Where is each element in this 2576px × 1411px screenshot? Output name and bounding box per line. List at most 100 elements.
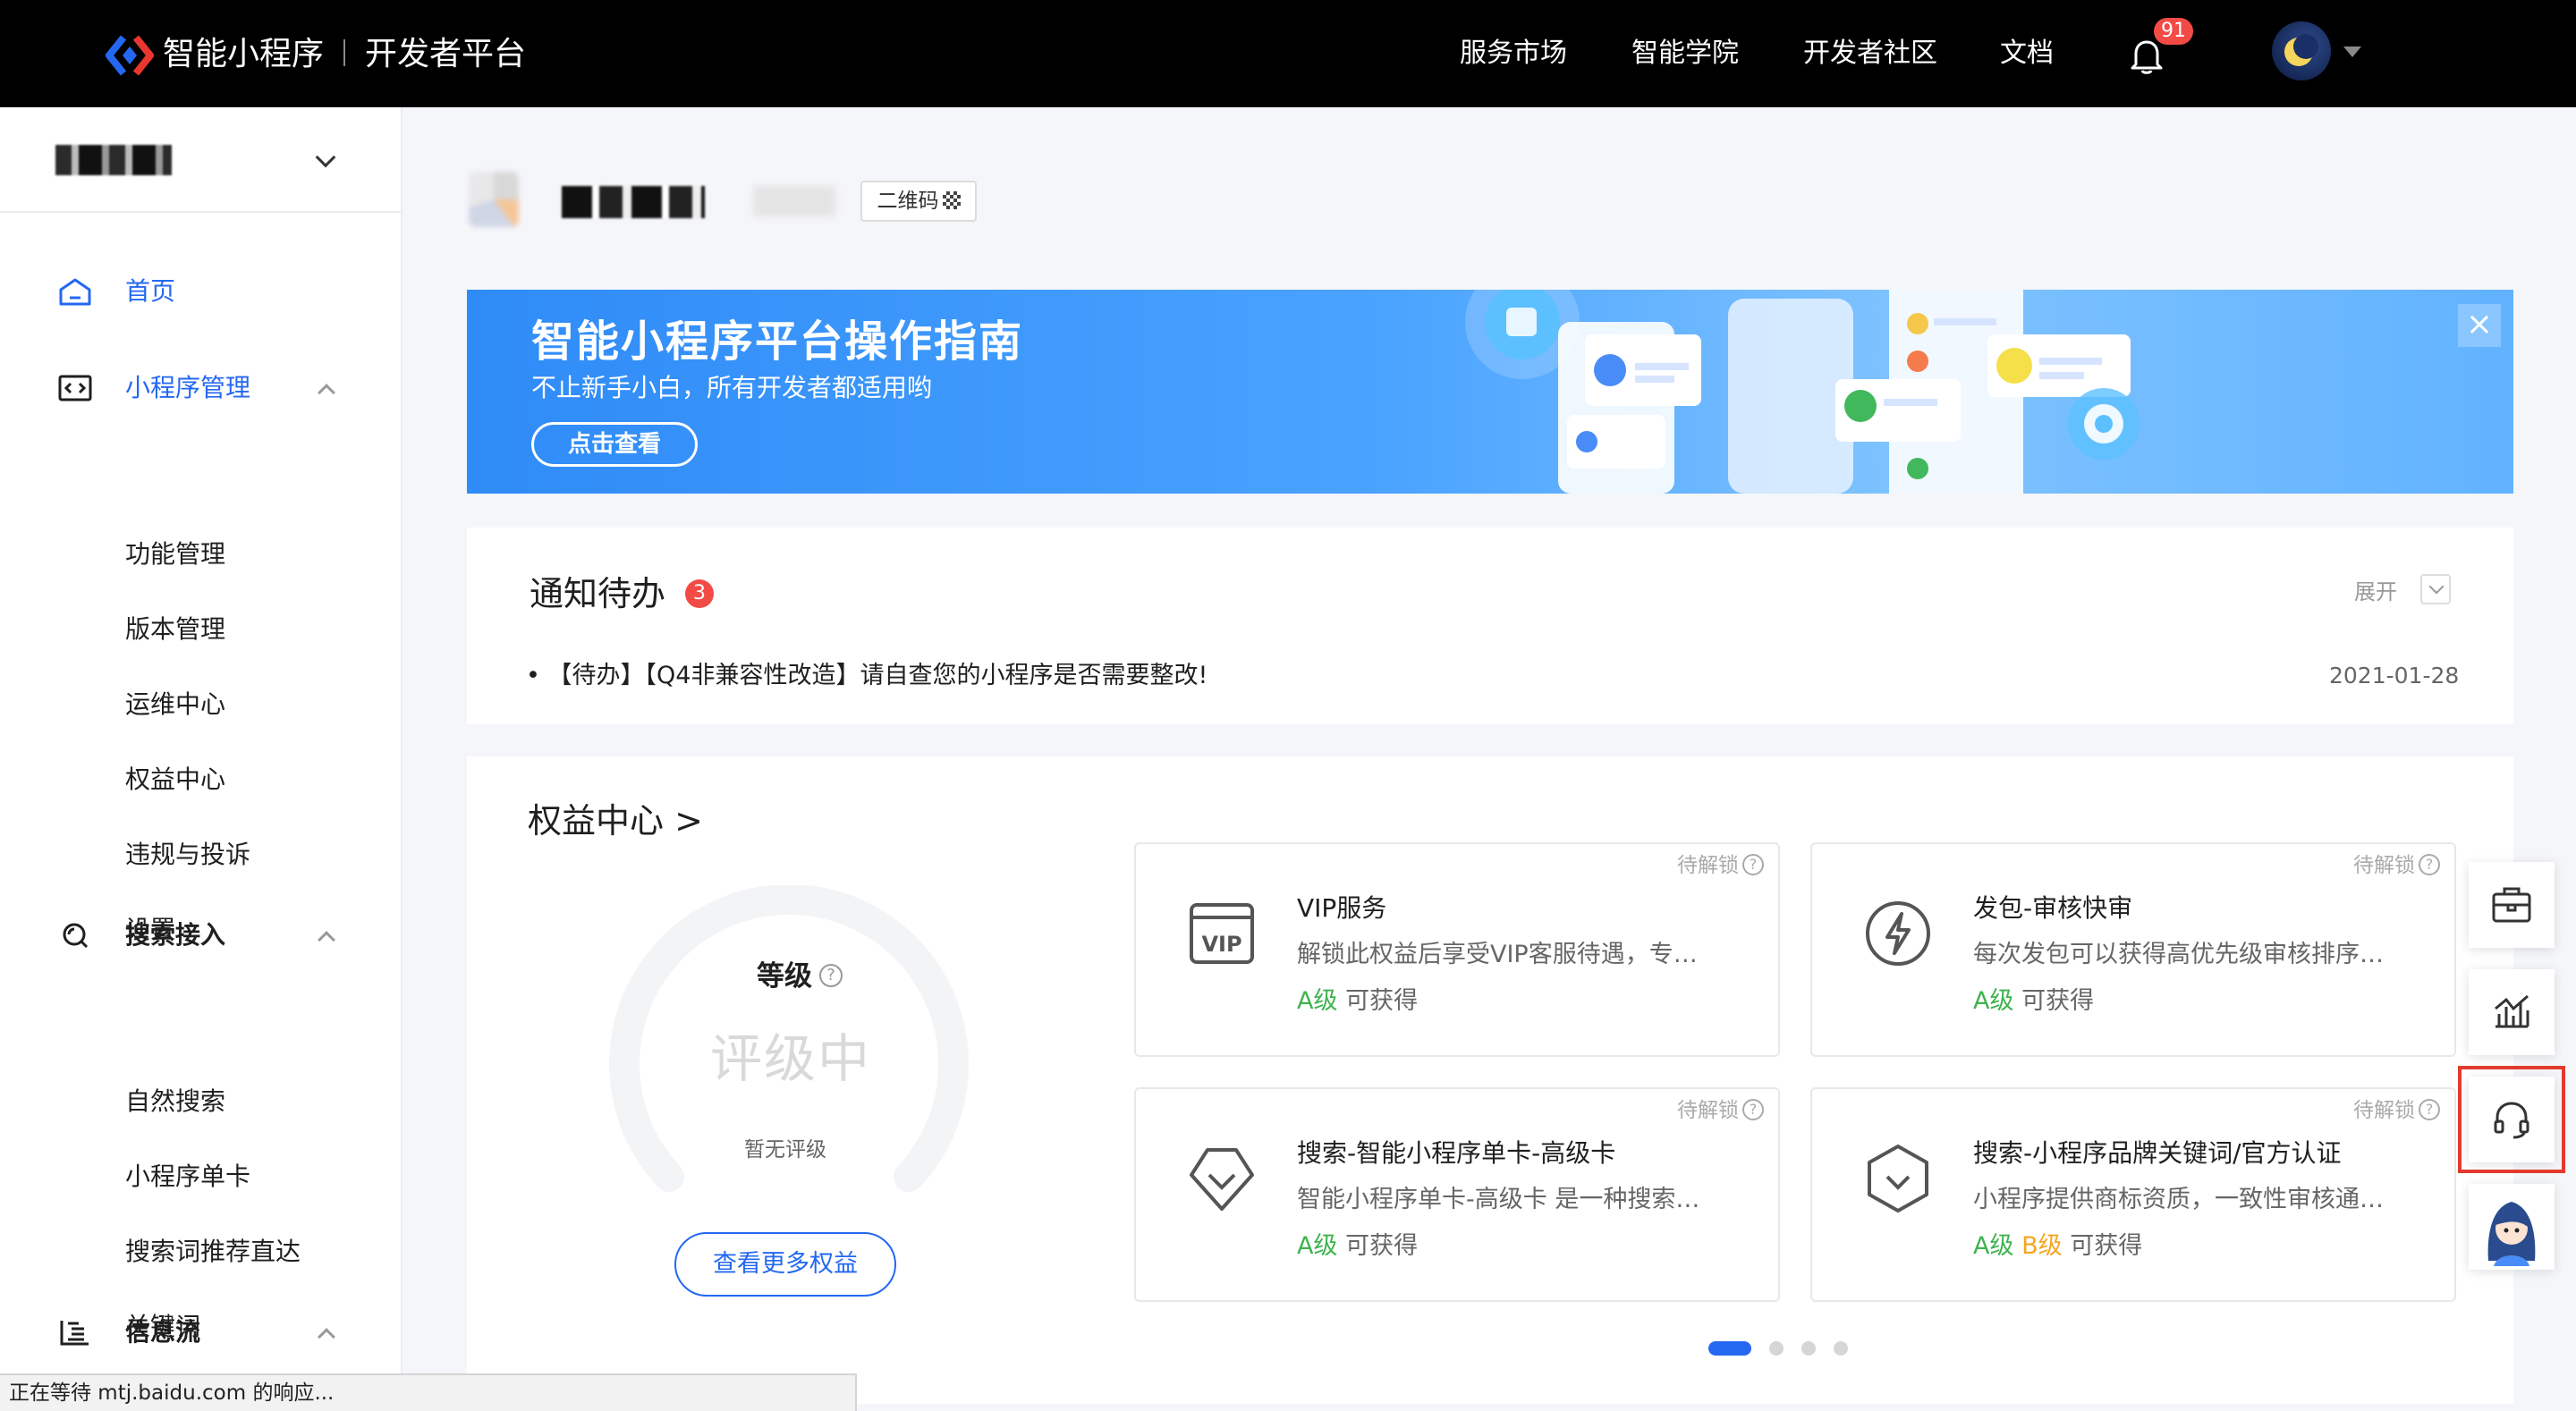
banner-illustration — [1465, 290, 2140, 494]
rights-card-vip[interactable]: 待解锁? VIP VIP服务 解锁此权益后享受VIP客服待遇，专… A级 可获得 — [1134, 842, 1780, 1057]
rating-status: 评级中 — [710, 1028, 872, 1089]
chevron-down-icon[interactable] — [315, 147, 336, 168]
sidebar: 首页 小程序管理 功能管理 版本管理 运维中心 权益中心 违规与投诉 设置 搜索… — [0, 107, 402, 1411]
user-avatar[interactable] — [2272, 21, 2331, 80]
chevron-up-icon[interactable] — [318, 931, 335, 949]
chevron-down-icon[interactable] — [2420, 574, 2451, 604]
sidebar-item-violations[interactable]: 违规与投诉 — [125, 835, 250, 874]
help-icon[interactable]: ? — [1742, 853, 1764, 875]
rights-card-title: VIP服务 — [1297, 893, 1387, 923]
qr-code-label: 二维码 — [877, 190, 939, 213]
sidebar-group-search-access[interactable]: 搜索接入 — [0, 908, 401, 962]
help-icon[interactable]: ? — [819, 963, 843, 987]
program-id-redacted — [753, 186, 835, 216]
sidebar-item-program-card[interactable]: 小程序单卡 — [125, 1157, 250, 1196]
brand-divider — [343, 39, 346, 66]
sidebar-item-keyword-direct[interactable]: 搜索词推荐直达 — [125, 1232, 301, 1272]
chevron-up-icon[interactable] — [318, 1328, 335, 1346]
sidebar-item-rights-center[interactable]: 权益中心 — [125, 760, 225, 799]
close-icon[interactable]: × — [2458, 304, 2501, 347]
rights-card-desc: 每次发包可以获得高优先级审核排序… — [1973, 941, 2384, 968]
pager-dot[interactable] — [1801, 1341, 1816, 1356]
assistant-avatar-button[interactable] — [2469, 1184, 2555, 1270]
help-icon[interactable]: ? — [2419, 853, 2440, 875]
rights-card-title: 发包-审核快审 — [1973, 893, 2133, 923]
banner-subtitle: 不止新手小白，所有开发者都适用哟 — [531, 373, 933, 402]
account-switcher[interactable] — [0, 107, 401, 213]
qr-code-icon — [942, 190, 961, 209]
headset-icon — [2494, 1102, 2529, 1139]
rights-card-title: 搜索-智能小程序单卡-高级卡 — [1297, 1138, 1616, 1168]
code-icon — [58, 375, 92, 401]
sidebar-item-feature-management[interactable]: 功能管理 — [125, 535, 225, 574]
rights-card-levels: A级 B级 可获得 — [1973, 1229, 2142, 1264]
browser-status-bar: 正在等待 mtj.baidu.com 的响应... — [0, 1373, 857, 1411]
customer-service-button[interactable] — [2458, 1066, 2565, 1173]
sidebar-group-feed[interactable]: 信息流 — [0, 1305, 401, 1359]
chevron-up-icon[interactable] — [318, 384, 335, 401]
pager-dot-active[interactable] — [1708, 1341, 1751, 1356]
obtainable-label: 可获得 — [2021, 987, 2095, 1015]
nav-docs[interactable]: 文档 — [2000, 34, 2054, 73]
diamond-icon — [1190, 1148, 1254, 1211]
sidebar-item-version-management[interactable]: 版本管理 — [125, 610, 225, 649]
rights-card-fast-review[interactable]: 待解锁? 发包-审核快审 每次发包可以获得高优先级审核排序… A级 可获得 — [1810, 842, 2456, 1057]
analytics-button[interactable] — [2469, 969, 2555, 1055]
lock-label: 待解锁 — [2353, 1099, 2415, 1122]
lightning-icon — [1866, 901, 1930, 966]
assistant-avatar-icon — [2487, 1202, 2536, 1266]
locked-status: 待解锁? — [1677, 1096, 1764, 1125]
level-a-tag: A级 — [1973, 1232, 2014, 1260]
locked-status: 待解锁? — [2353, 851, 2440, 880]
level-a-tag: A级 — [1973, 987, 2014, 1015]
banner-view-button[interactable]: 点击查看 — [531, 422, 698, 467]
qr-code-button[interactable]: 二维码 — [860, 181, 977, 222]
nav-smart-academy[interactable]: 智能学院 — [1631, 34, 1739, 73]
smart-program-logo-icon[interactable] — [106, 34, 154, 77]
rights-card-brand-keyword[interactable]: 待解锁? 搜索-小程序品牌关键词/官方认证 小程序提供商标资质，一致性审核通… … — [1810, 1087, 2456, 1302]
sidebar-item-home[interactable]: 首页 — [0, 265, 401, 318]
notification-count-badge[interactable]: 91 — [2154, 18, 2193, 45]
svg-text:VIP: VIP — [1201, 932, 1241, 957]
pager-dot[interactable] — [1769, 1341, 1784, 1356]
rights-card-title: 搜索-小程序品牌关键词/官方认证 — [1973, 1138, 2342, 1168]
toolbox-button[interactable] — [2469, 862, 2555, 948]
nav-developer-community[interactable]: 开发者社区 — [1803, 34, 1937, 73]
rights-card-desc: 小程序提供商标资质，一致性审核通… — [1973, 1186, 2384, 1213]
top-navigation-bar: 智能小程序 开发者平台 服务市场 智能学院 开发者社区 文档 91 — [0, 0, 2576, 107]
toolbox-icon — [2492, 887, 2531, 923]
search-icon — [63, 923, 89, 949]
guide-banner[interactable]: 智能小程序平台操作指南 不止新手小白，所有开发者都适用哟 点击查看 × — [467, 290, 2513, 494]
rights-card-premium-card[interactable]: 待解锁? 搜索-智能小程序单卡-高级卡 智能小程序单卡-高级卡 是一种搜索… A… — [1134, 1087, 1780, 1302]
user-menu-caret-icon[interactable] — [2343, 46, 2361, 57]
notice-card — [467, 528, 2513, 724]
obtainable-label: 可获得 — [1345, 987, 1419, 1015]
sidebar-group-label: 小程序管理 — [125, 373, 251, 402]
sidebar-group-label: 搜索接入 — [125, 920, 226, 950]
sidebar-item-natural-search[interactable]: 自然搜索 — [125, 1082, 225, 1121]
brand-title[interactable]: 智能小程序 开发者平台 — [163, 32, 526, 77]
view-more-rights-button[interactable]: 查看更多权益 — [674, 1232, 896, 1297]
lock-label: 待解锁 — [1677, 854, 1739, 877]
notice-count-badge: 3 — [685, 579, 714, 608]
help-icon[interactable]: ? — [2419, 1098, 2440, 1120]
expand-link[interactable]: 展开 — [2354, 574, 2397, 610]
account-name-redacted — [55, 145, 172, 175]
level-a-tag: A级 — [1297, 1232, 1338, 1260]
obtainable-label: 可获得 — [1345, 1232, 1419, 1260]
pager-dot[interactable] — [1834, 1341, 1848, 1356]
moon-icon — [2284, 34, 2318, 66]
level-label: 等级? — [757, 957, 843, 996]
feed-list-icon — [60, 1321, 89, 1346]
program-avatar-redacted — [469, 172, 519, 227]
sidebar-group-program-management[interactable]: 小程序管理 — [0, 361, 401, 415]
rights-card-levels: A级 可获得 — [1973, 984, 2094, 1019]
notice-item-text: 【待办】【Q4非兼容性改造】请自查您的小程序是否需要整改! — [547, 662, 1208, 689]
notice-item[interactable]: • 【待办】【Q4非兼容性改造】请自查您的小程序是否需要整改! — [526, 658, 1208, 694]
nav-service-market[interactable]: 服务市场 — [1460, 34, 1567, 73]
level-label-text: 等级 — [757, 960, 812, 993]
rights-center-title-link[interactable]: 权益中心 > — [528, 796, 703, 846]
platform-name: 开发者平台 — [365, 36, 527, 72]
help-icon[interactable]: ? — [1742, 1098, 1764, 1120]
sidebar-item-ops-center[interactable]: 运维中心 — [125, 685, 225, 724]
